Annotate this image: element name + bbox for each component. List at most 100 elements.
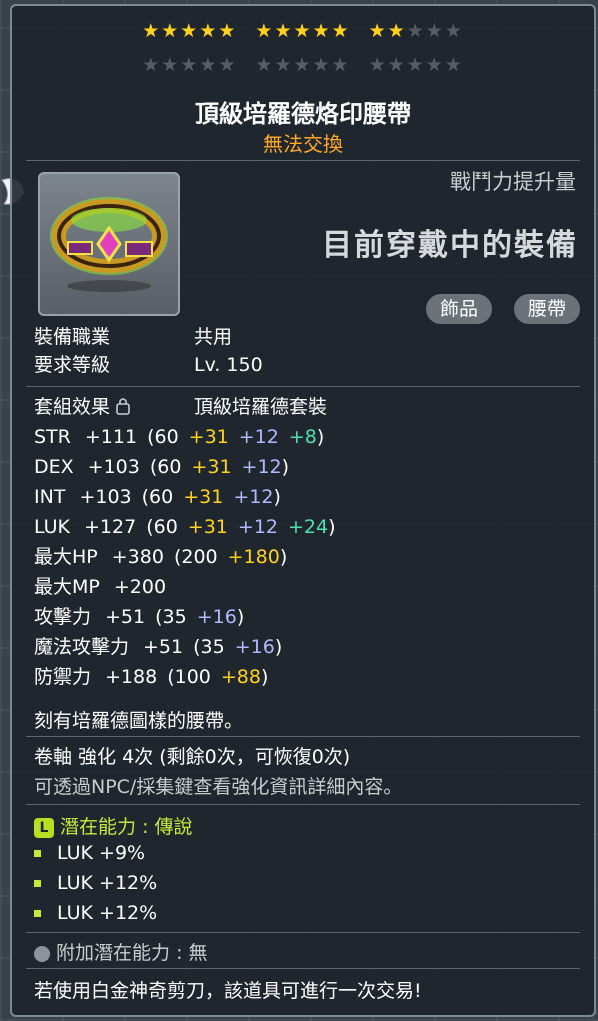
- legendary-icon: L: [34, 817, 54, 838]
- divider: [26, 804, 580, 805]
- req-level-row: 要求等級 Lv. 150: [34, 352, 263, 378]
- stat-row: 最大MP +200: [34, 574, 176, 600]
- stat-base: (35: [155, 606, 187, 628]
- stat-name: 最大MP: [34, 576, 100, 598]
- stat-base: (60: [147, 426, 179, 448]
- lock-icon: [116, 398, 130, 415]
- stat-close: ): [328, 516, 336, 538]
- stat-bonus: +12: [241, 456, 282, 478]
- stat-close: ): [236, 606, 245, 628]
- stat-total: +103: [79, 486, 132, 508]
- stat-name: 最大HP: [34, 546, 98, 568]
- stat-close: ): [274, 636, 283, 658]
- stat-name: DEX: [34, 456, 74, 478]
- req-level-value: Lv. 150: [194, 354, 263, 376]
- stat-total: +51: [105, 606, 146, 628]
- npc-hint: 可透過NPC/採集鍵查看強化資訊詳細內容。: [34, 776, 403, 798]
- stat-name: INT: [34, 486, 66, 508]
- stat-close: ): [273, 486, 281, 508]
- stat-bonus: +31: [191, 456, 232, 478]
- trade-status: 無法交換: [263, 132, 343, 156]
- stat-base: (60: [149, 456, 182, 478]
- category-tag: 飾品: [425, 294, 492, 324]
- set-effect-value: 頂級培羅德套裝: [194, 396, 328, 418]
- stat-bonus: +31: [188, 426, 229, 448]
- req-job-label: 裝備職業: [34, 326, 111, 348]
- divider: [26, 932, 580, 933]
- stat-bonus: +88: [220, 666, 261, 688]
- stat-total: +111: [84, 426, 138, 448]
- req-job-value: 共用: [194, 326, 233, 348]
- stat-close: ): [316, 426, 325, 448]
- stat-close: ): [261, 666, 269, 688]
- req-level-label: 要求等級: [34, 354, 111, 376]
- stat-total: +200: [113, 576, 167, 598]
- stat-bonus: +12: [237, 516, 279, 538]
- stat-total: +51: [143, 636, 184, 658]
- stat-total: +188: [105, 666, 158, 688]
- set-effect-label: 套組效果: [34, 396, 111, 418]
- star-group: ★★★★★: [255, 20, 351, 42]
- potential-line: LUK +12%: [34, 902, 157, 924]
- stat-close: ): [279, 546, 288, 568]
- additional-potential-icon: [34, 945, 50, 962]
- potential-line: LUK +12%: [34, 872, 157, 894]
- additional-potential: 附加潛在能力 : 無: [34, 938, 208, 965]
- bullet-icon: [34, 850, 41, 857]
- stat-bonus: +12: [238, 426, 279, 448]
- stat-bonus: +8: [288, 426, 317, 448]
- stat-base: (60: [141, 486, 174, 508]
- stat-bonus: +12: [233, 486, 274, 508]
- divider: [26, 736, 580, 737]
- stat-total: +380: [111, 546, 164, 568]
- stat-name: STR: [34, 426, 71, 448]
- item-tooltip: ★★★★★ ★★★★★ ★★★★★ ★★★★★ ★★★★★ ★★★★★ 頂級培羅德烙印腰…: [10, 4, 596, 1017]
- stat-row: 攻擊力 +51 (35 +16): [34, 604, 244, 630]
- item-icon-frame: [38, 172, 180, 316]
- star-force-row-2: ★★★★★ ★★★★★ ★★★★★: [12, 54, 594, 76]
- belt-icon: [50, 197, 168, 292]
- bullet-icon: [34, 910, 41, 917]
- stat-row: INT +103 (60 +31 +12): [34, 484, 281, 510]
- star-group: ★★★★★: [368, 20, 464, 42]
- trade-hint: 若使用白金神奇剪刀，該道具可進行一次交易!: [34, 980, 422, 1002]
- combat-power-label: 戰鬥力提升量: [450, 170, 576, 194]
- stat-name: 攻擊力: [34, 606, 92, 628]
- req-job-row: 裝備職業 共用: [34, 324, 232, 350]
- stat-row: 魔法攻擊力 +51 (35 +16): [34, 634, 282, 660]
- stat-total: +127: [84, 516, 137, 538]
- item-description: 刻有培羅德圖樣的腰帶。: [34, 710, 244, 732]
- bullet-icon: [34, 880, 41, 887]
- stat-bonus: +16: [234, 636, 275, 658]
- stat-total: +103: [87, 456, 140, 478]
- stat-row: DEX +103 (60 +31 +12): [34, 454, 289, 480]
- stat-row: 防禦力 +188 (100 +88): [34, 664, 268, 690]
- divider: [26, 968, 580, 969]
- stat-row: LUK +127 (60 +31 +12 +24): [34, 514, 336, 540]
- scroll-info: 卷軸 強化 4次 (剩餘0次，可恢復0次): [34, 746, 351, 768]
- divider: [26, 160, 580, 161]
- stat-bonus: +31: [183, 486, 224, 508]
- potential-line: LUK +9%: [34, 842, 145, 864]
- stat-bonus: +16: [196, 606, 237, 628]
- equipped-label: 目前穿戴中的裝備: [322, 228, 578, 263]
- star-group: ★★★★★: [368, 54, 464, 76]
- star-group: ★★★★★: [142, 20, 238, 42]
- stat-base: (60: [146, 516, 178, 538]
- stat-bonus: +180: [227, 546, 280, 568]
- set-effect-row[interactable]: 套組效果 頂級培羅德套裝: [34, 394, 327, 420]
- stat-bonus: +24: [288, 516, 329, 538]
- stat-base: (35: [193, 636, 225, 658]
- item-name: 頂級培羅德烙印腰帶: [195, 100, 411, 128]
- stat-row: STR +111 (60 +31 +12 +8): [34, 424, 324, 450]
- additional-potential-label: 附加潛在能力 : 無: [56, 942, 208, 964]
- star-force-row-1: ★★★★★ ★★★★★ ★★★★★: [12, 20, 594, 42]
- stat-bonus: +31: [187, 516, 228, 538]
- stat-close: ): [281, 456, 290, 478]
- star-group: ★★★★★: [255, 54, 351, 76]
- potential-header: L 潛在能力 : 傳說: [34, 812, 193, 839]
- stat-base: (200: [173, 546, 218, 568]
- stat-base: (100: [167, 666, 211, 688]
- stat-name: LUK: [34, 516, 71, 538]
- stat-name: 防禦力: [34, 666, 92, 688]
